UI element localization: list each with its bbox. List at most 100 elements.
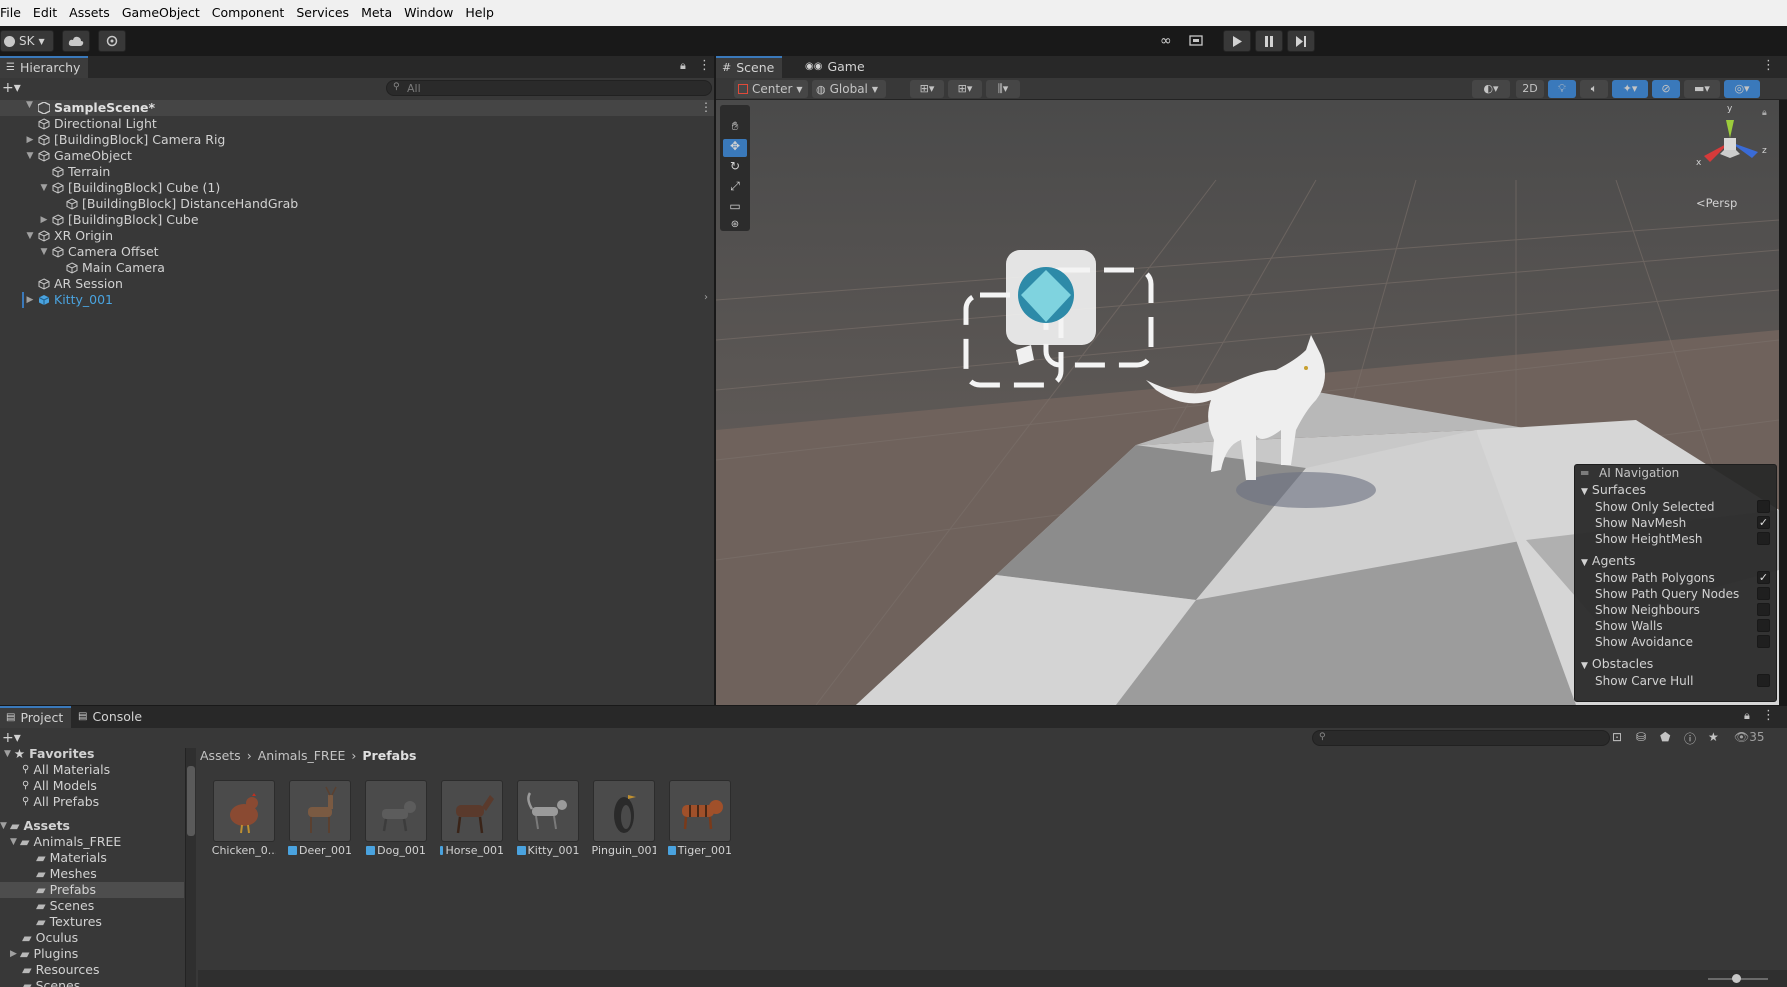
surfaces-section-header[interactable]: ▼ Surfaces: [1581, 482, 1646, 498]
favorites-header[interactable]: ▼ ★ Favorites: [4, 746, 94, 762]
grid-snap-toggle[interactable]: ⊞▾: [910, 80, 944, 98]
orientation-gizmo[interactable]: y z x 🔒︎: [1690, 104, 1770, 188]
projection-toggle[interactable]: <Persp: [1696, 196, 1737, 210]
expand-arrow-icon[interactable]: ▼: [26, 100, 33, 110]
project-search-input[interactable]: ⚲: [1312, 730, 1610, 746]
scene-header-row[interactable]: ▼ SampleScene* ⋮: [0, 100, 714, 116]
more-options-icon[interactable]: ⋮: [698, 58, 711, 73]
grid-visibility-toggle[interactable]: ⊞▾: [948, 80, 982, 98]
tab-scene[interactable]: # Scene: [716, 56, 783, 78]
hierarchy-item[interactable]: Main Camera: [66, 260, 165, 276]
tree-folder[interactable]: ▶ ▰ Plugins: [10, 946, 78, 962]
show-carve-hull-checkbox[interactable]: [1757, 674, 1770, 687]
collapse-arrow-icon[interactable]: ▼: [24, 148, 36, 164]
create-icon[interactable]: +▾: [2, 730, 21, 746]
expand-arrow-icon[interactable]: ▶: [24, 132, 36, 148]
move-tool-icon[interactable]: ✥: [723, 139, 747, 157]
open-prefab-arrow-icon[interactable]: ›: [704, 292, 708, 303]
rotate-tool-icon[interactable]: ↻: [723, 159, 747, 177]
lock-icon[interactable]: 🔒︎: [680, 59, 686, 73]
lock-icon[interactable]: 🔒︎: [1744, 709, 1750, 723]
scene-more-icon[interactable]: ⋮: [700, 100, 712, 114]
account-dropdown[interactable]: SK ▼: [0, 30, 54, 52]
draw-mode-dropdown[interactable]: ◐▾: [1472, 80, 1510, 98]
tree-folder[interactable]: ▰ Oculus: [22, 930, 78, 946]
agents-section-header[interactable]: ▼ Agents: [1581, 553, 1635, 569]
hierarchy-item[interactable]: ▶ [BuildingBlock] Camera Rig: [27, 132, 226, 148]
menu-services[interactable]: Services: [290, 0, 355, 26]
collab-button[interactable]: [98, 30, 126, 52]
favorites-item[interactable]: ⚲ All Materials: [22, 762, 110, 778]
breadcrumb-assets[interactable]: Assets: [200, 748, 241, 764]
asset-item[interactable]: Pinguin_001: [592, 780, 656, 857]
tree-scrollbar-thumb[interactable]: [187, 766, 195, 836]
menu-help[interactable]: Help: [459, 0, 500, 26]
hierarchy-item[interactable]: Directional Light: [38, 116, 157, 132]
rect-tool-icon[interactable]: ▭: [723, 199, 747, 217]
more-options-icon[interactable]: ⋮: [1762, 708, 1775, 723]
hierarchy-item-prefab[interactable]: ▶ Kitty_001: [27, 292, 113, 308]
breadcrumb-animals[interactable]: Animals_FREE: [258, 748, 346, 764]
menu-gameobject[interactable]: GameObject: [116, 0, 206, 26]
play-button[interactable]: [1223, 30, 1251, 52]
lighting-toggle[interactable]: 💡︎: [1548, 80, 1576, 98]
zoom-slider-handle[interactable]: [1732, 974, 1741, 983]
hierarchy-item[interactable]: AR Session: [38, 276, 123, 292]
tree-folder-selected[interactable]: ▰ Prefabs: [36, 882, 96, 898]
gizmos-dropdown[interactable]: ◎▾: [1724, 80, 1760, 98]
show-walls-checkbox[interactable]: [1757, 619, 1770, 632]
overlay-drag-handle[interactable]: ═: [1581, 466, 1588, 480]
tree-folder[interactable]: ▰ Scenes: [22, 978, 80, 987]
show-path-polygons-checkbox[interactable]: ✓: [1757, 571, 1770, 584]
add-icon[interactable]: +▾: [2, 80, 21, 96]
simulator-button[interactable]: [1184, 30, 1208, 52]
menu-assets[interactable]: Assets: [63, 0, 116, 26]
effects-dropdown[interactable]: ✦▾: [1612, 80, 1648, 98]
filter-by-type-icon[interactable]: ⛁: [1636, 730, 1646, 744]
hand-tool-icon[interactable]: ✋︎: [723, 119, 747, 137]
cloud-button[interactable]: [62, 30, 90, 52]
collapse-arrow-icon[interactable]: ▼: [38, 180, 50, 196]
audio-toggle[interactable]: 🔈︎: [1580, 80, 1608, 98]
pivot-dropdown[interactable]: Center ▼: [734, 80, 808, 98]
tree-folder[interactable]: ▰ Meshes: [36, 866, 97, 882]
search-by-type-icon[interactable]: ⊡: [1612, 730, 1622, 744]
show-only-selected-checkbox[interactable]: [1757, 500, 1770, 513]
gizmo-lock-icon[interactable]: 🔒︎: [1762, 108, 1767, 118]
menu-file[interactable]: File: [0, 0, 27, 26]
show-avoidance-checkbox[interactable]: [1757, 635, 1770, 648]
hierarchy-item[interactable]: ▼ XR Origin: [27, 228, 113, 244]
hierarchy-item[interactable]: ▼ GameObject: [27, 148, 132, 164]
expand-arrow-icon[interactable]: ▶: [24, 292, 36, 308]
asset-item[interactable]: Tiger_001: [668, 780, 732, 857]
menu-window[interactable]: Window: [398, 0, 459, 26]
menu-meta[interactable]: Meta: [355, 0, 398, 26]
hidden-objects-toggle[interactable]: ⊘: [1652, 80, 1680, 98]
meta-infinity-icon[interactable]: ∞: [1160, 33, 1176, 49]
step-button[interactable]: [1287, 30, 1315, 52]
tab-project[interactable]: ▤ Project: [0, 706, 72, 728]
asset-item[interactable]: Kitty_001: [516, 780, 580, 857]
show-heightmesh-checkbox[interactable]: [1757, 532, 1770, 545]
hierarchy-item[interactable]: ▼ Camera Offset: [41, 244, 159, 260]
increment-snap-toggle[interactable]: ⫼▾: [986, 80, 1020, 98]
import-log-icon[interactable]: ⓘ: [1684, 730, 1696, 747]
menu-component[interactable]: Component: [206, 0, 291, 26]
breadcrumb-prefabs[interactable]: Prefabs: [362, 748, 416, 764]
hierarchy-item[interactable]: [BuildingBlock] DistanceHandGrab: [66, 196, 298, 212]
tree-folder[interactable]: ▼ ▰ Animals_FREE: [10, 834, 121, 850]
hidden-packages-toggle[interactable]: 👁︎35: [1734, 730, 1765, 744]
tab-game[interactable]: ◉◉ Game: [799, 56, 873, 78]
filter-by-label-icon[interactable]: ⬟: [1660, 730, 1670, 744]
show-neighbours-checkbox[interactable]: [1757, 603, 1770, 616]
space-dropdown[interactable]: ◍ Global ▼: [812, 80, 886, 98]
tree-folder[interactable]: ▰ Textures: [36, 914, 102, 930]
asset-item[interactable]: Dog_001: [364, 780, 428, 857]
favorite-star-icon[interactable]: ★: [1708, 730, 1719, 744]
asset-item[interactable]: Chicken_0...: [212, 780, 276, 857]
show-path-query-nodes-checkbox[interactable]: [1757, 587, 1770, 600]
asset-item[interactable]: Deer_001: [288, 780, 352, 857]
tab-hierarchy[interactable]: ☰ Hierarchy: [0, 56, 89, 78]
obstacles-section-header[interactable]: ▼ Obstacles: [1581, 656, 1653, 672]
transform-tool-icon[interactable]: ⊛: [723, 219, 747, 230]
